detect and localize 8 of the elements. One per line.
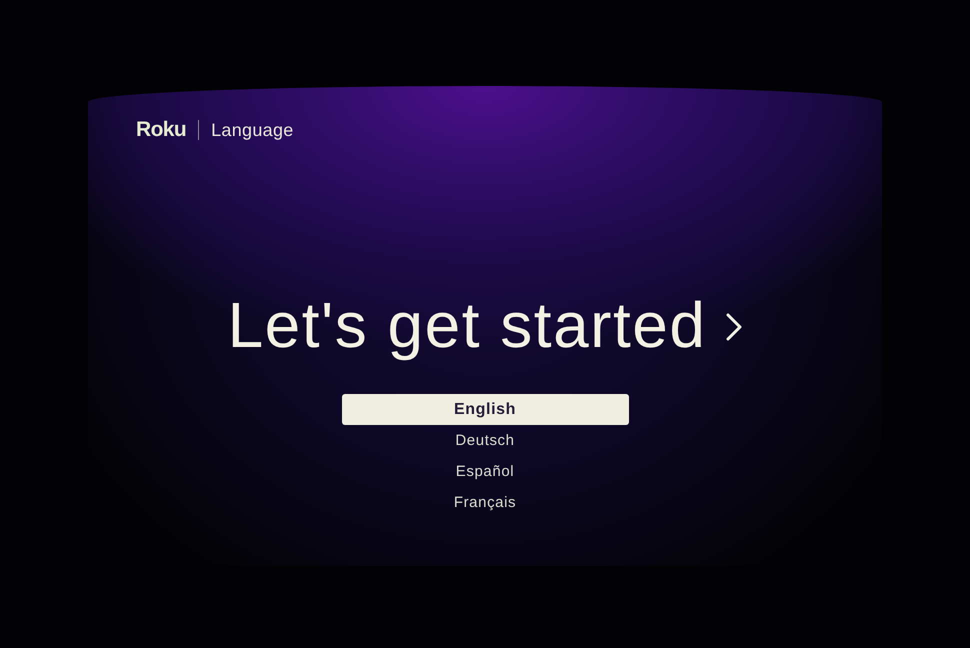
page-title: Language — [211, 120, 294, 140]
language-option[interactable]: Español — [342, 456, 628, 487]
chevron-right-icon — [726, 313, 742, 341]
brand-logo: Roku — [136, 118, 186, 142]
language-option[interactable]: Français — [342, 487, 628, 518]
language-option[interactable]: Deutsch — [342, 425, 628, 456]
language-option[interactable]: English — [342, 394, 628, 425]
headline: Let's get started — [228, 288, 706, 362]
